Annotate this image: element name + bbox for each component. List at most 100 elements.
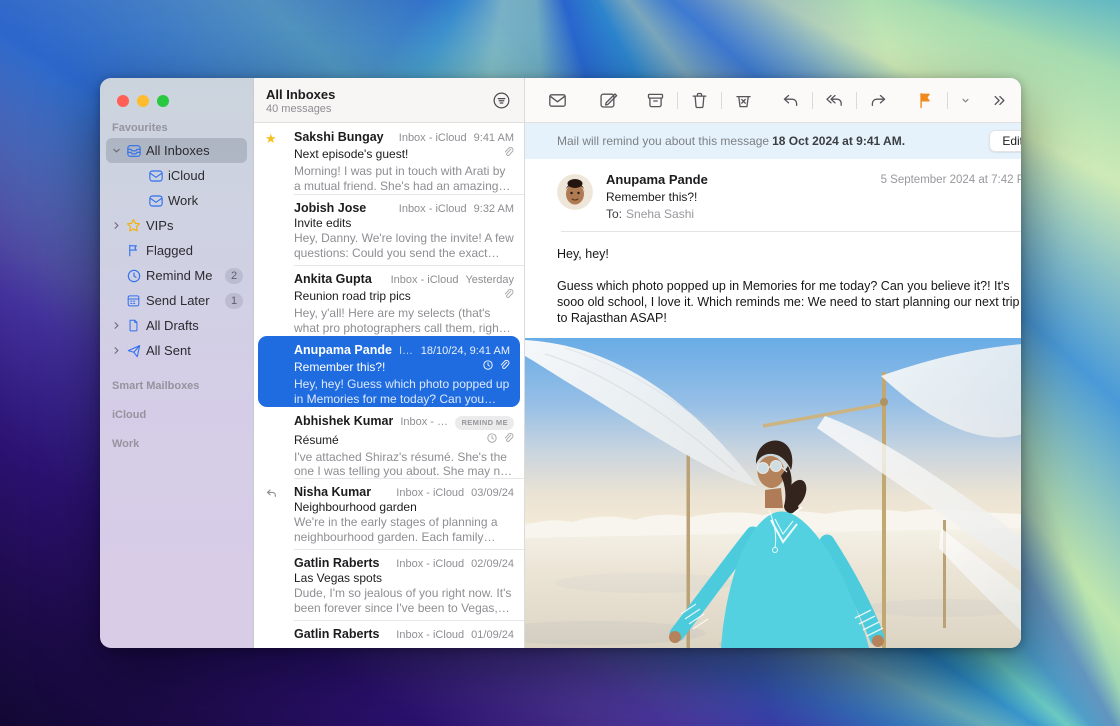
compose-button[interactable]	[596, 88, 621, 113]
reminder-banner: Mail will remind you about this message1…	[525, 123, 1021, 159]
mailbox-list: FavouritesAll InboxesiCloudWorkVIPsFlagg…	[100, 78, 253, 450]
more-button[interactable]	[988, 89, 1011, 112]
clock-icon	[486, 431, 498, 449]
star-icon: ★	[265, 132, 277, 145]
message-row[interactable]: Abhishek KumarInbox - iCl…REMIND MERésum…	[254, 407, 524, 478]
get-mail-icon	[547, 90, 568, 111]
sidebar-item-all-drafts[interactable]: All Drafts	[100, 313, 253, 338]
doc-icon	[124, 318, 143, 333]
recipient-name[interactable]: Sneha Sashi	[626, 207, 694, 221]
recipient-line: To:Sneha Sashi	[606, 207, 881, 221]
attached-photo[interactable]	[525, 338, 1021, 648]
sidebar-item-all-sent[interactable]: All Sent	[100, 338, 253, 363]
toolbar	[525, 78, 1021, 123]
all-inboxes-icon	[124, 143, 143, 159]
reply-all-icon	[824, 90, 845, 111]
reply-icon	[780, 90, 801, 111]
reply-all-button[interactable]	[822, 88, 847, 113]
forward-icon	[868, 90, 889, 111]
sidebar-item-label: Send Later	[146, 293, 225, 308]
junk-icon	[733, 90, 754, 111]
message-preview: I've attached Shiraz's résumé. She's the…	[294, 450, 514, 479]
message-row[interactable]: Ankita GuptaInbox - iCloudYesterdayReuni…	[254, 265, 524, 336]
sidebar-item-label: Flagged	[146, 243, 253, 258]
message-preview: Dude, I'm so jealous of you right now. I…	[294, 586, 514, 615]
message-subject: Las Vegas spots	[294, 571, 514, 585]
sidebar-item-label: Remind Me	[146, 268, 225, 283]
mailbox-label: Inbox - iCloud	[386, 629, 464, 641]
chevron-right-icon[interactable]	[110, 220, 123, 231]
filter-icon[interactable]	[491, 90, 512, 111]
mailbox-label: Inbox - iCl…	[400, 416, 448, 428]
zoom-button[interactable]	[157, 95, 169, 107]
row-divider	[294, 194, 524, 195]
message-row[interactable]: Gatlin RabertsInbox - iCloud02/09/24Las …	[254, 549, 524, 620]
chevron-right-icon[interactable]	[110, 320, 123, 331]
close-button[interactable]	[117, 95, 129, 107]
archive-button[interactable]	[643, 88, 668, 113]
toolbar-divider	[721, 92, 722, 109]
flag-dropdown-chevron[interactable]	[957, 92, 974, 109]
sidebar-section-title: Favourites	[112, 122, 253, 134]
sender-name: Sakshi Bungay	[294, 130, 384, 144]
mailbox-label: Inbox - iCloud	[378, 487, 464, 499]
message-body: Hey, hey!Guess which photo popped up in …	[525, 232, 1021, 338]
calendar-icon	[124, 293, 143, 308]
mailbox-title: All Inboxes	[266, 87, 491, 102]
message-preview: Hey, y'all! Here are my selects (that's …	[294, 306, 514, 335]
body-paragraph: Guess which photo popped up in Memories …	[557, 278, 1021, 326]
star-icon	[124, 217, 143, 234]
toolbar-divider	[856, 92, 857, 109]
sidebar-item-all-inboxes[interactable]: All Inboxes	[100, 138, 253, 163]
paperplane-icon	[124, 343, 143, 359]
unread-badge: 2	[225, 268, 243, 284]
message-row[interactable]: ★Sakshi BungayInbox - iCloud9:41 AMNext …	[254, 123, 524, 194]
message-row-selected[interactable]: Anupama PandeInb…18/10/24, 9:41 AMRememb…	[258, 336, 520, 407]
trash-button[interactable]	[687, 88, 712, 113]
sidebar-item-label: VIPs	[146, 218, 253, 233]
mailbox-label: Inbox - iCloud	[379, 274, 459, 286]
reading-pane: Mail will remind you about this message1…	[524, 78, 1021, 648]
message-time: 01/09/24	[471, 629, 514, 641]
minimize-button[interactable]	[137, 95, 149, 107]
sidebar-item-icloud[interactable]: iCloud	[100, 163, 253, 188]
sidebar-item-remind-me[interactable]: Remind Me2	[100, 263, 253, 288]
message-row[interactable]: Gatlin RabertsInbox - iCloud01/09/24	[254, 620, 524, 648]
chevron-down-icon[interactable]	[110, 145, 123, 156]
message-row[interactable]: Jobish JoseInbox - iCloud9:32 AMInvite e…	[254, 194, 524, 265]
mailbox-label: Inbox - iCloud	[386, 558, 464, 570]
message-subject: Reunion road trip pics	[294, 289, 502, 303]
junk-button[interactable]	[731, 88, 756, 113]
mailbox-label: Inbox - iCloud	[373, 203, 466, 215]
forward-button[interactable]	[866, 88, 891, 113]
chevron-right-icon[interactable]	[110, 345, 123, 356]
desktop-wallpaper: FavouritesAll InboxesiCloudWorkVIPsFlagg…	[0, 0, 1120, 726]
sidebar-section-title: Work	[112, 438, 253, 450]
clock-icon	[482, 358, 494, 376]
sidebar-item-flagged[interactable]: Flagged	[100, 238, 253, 263]
get-mail-button[interactable]	[545, 88, 570, 113]
flag-chevron-icon	[959, 94, 972, 107]
flag-button[interactable]	[913, 88, 938, 113]
sidebar-section-title: iCloud	[112, 409, 253, 421]
sidebar-item-send-later[interactable]: Send Later1	[100, 288, 253, 313]
message-subject: Next episode's guest!	[294, 147, 502, 161]
paperclip-icon	[502, 287, 514, 305]
mail-window: FavouritesAll InboxesiCloudWorkVIPsFlagg…	[100, 78, 1021, 648]
sender-name: Anupama Pande	[606, 172, 881, 187]
reply-button[interactable]	[778, 88, 803, 113]
inbox-icon	[146, 193, 165, 209]
sidebar-item-vips[interactable]: VIPs	[100, 213, 253, 238]
mailbox-label: Inb…	[399, 345, 414, 357]
message-row[interactable]: Nisha KumarInbox - iCloud03/09/24Neighbo…	[254, 478, 524, 549]
message-subject: Invite edits	[294, 216, 514, 230]
edit-reminder-button[interactable]: Edit	[989, 130, 1021, 152]
trash-icon	[689, 90, 710, 111]
sidebar: FavouritesAll InboxesiCloudWorkVIPsFlagg…	[100, 78, 253, 648]
sender-name: Abhishek Kumar	[294, 414, 393, 428]
sidebar-item-label: All Sent	[146, 343, 253, 358]
sender-name: Nisha Kumar	[294, 485, 371, 499]
sidebar-item-work[interactable]: Work	[100, 188, 253, 213]
toolbar-divider	[812, 92, 813, 109]
message-rows: ★Sakshi BungayInbox - iCloud9:41 AMNext …	[254, 123, 524, 648]
